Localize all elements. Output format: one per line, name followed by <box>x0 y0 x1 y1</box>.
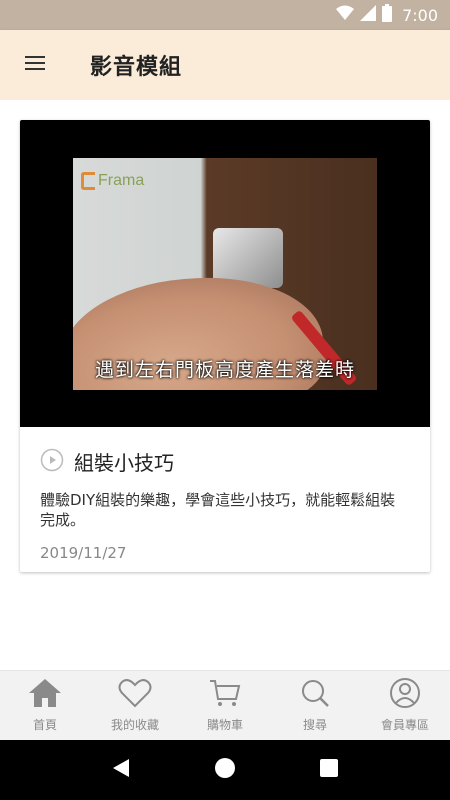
status-time: 7:00 <box>402 5 438 25</box>
nav-label-favorites: 我的收藏 <box>110 718 159 732</box>
app-bar: 影音模組 <box>0 30 450 100</box>
user-icon <box>388 678 422 712</box>
recents-icon[interactable] <box>319 758 339 782</box>
battery-icon <box>382 4 393 26</box>
hamburger-menu-icon <box>25 55 45 75</box>
nav-item-member[interactable]: 會員專區 <box>360 671 450 740</box>
bottom-nav: 首頁 我的收藏 購物車 搜尋 會員專區 <box>0 670 450 740</box>
nav-item-home[interactable]: 首頁 <box>0 671 90 740</box>
page-title: 影音模組 <box>90 55 183 80</box>
card-date: 2019/11/27 <box>40 544 127 562</box>
home-button-icon[interactable] <box>214 757 236 783</box>
brand-name: Frama <box>98 172 145 189</box>
card-title-row: 組裝小技巧 <box>40 447 410 476</box>
frama-logo-icon <box>81 172 95 190</box>
system-nav-bar <box>0 740 450 800</box>
nav-item-cart[interactable]: 購物車 <box>180 671 270 740</box>
nav-label-cart: 購物車 <box>206 718 243 732</box>
signal-icon <box>360 5 377 25</box>
content-area[interactable]: Frama 遇到左右門板高度產生落差時 組裝小技巧 體驗DIY組裝的樂趣，學會這… <box>0 100 450 670</box>
brand-logo: Frama <box>81 172 144 190</box>
status-bar: 7:00 <box>0 0 450 30</box>
video-thumbnail[interactable]: Frama 遇到左右門板高度產生落差時 <box>20 120 430 427</box>
nav-item-favorites[interactable]: 我的收藏 <box>90 671 180 740</box>
nav-label-search: 搜尋 <box>302 718 327 732</box>
menu-button[interactable] <box>0 30 70 100</box>
home-icon <box>28 678 62 712</box>
card-title: 組裝小技巧 <box>74 451 174 475</box>
nav-label-member: 會員專區 <box>380 718 429 732</box>
search-icon <box>298 678 332 712</box>
video-card[interactable]: Frama 遇到左右門板高度產生落差時 組裝小技巧 體驗DIY組裝的樂趣，學會這… <box>20 120 430 572</box>
card-body: 組裝小技巧 體驗DIY組裝的樂趣，學會這些小技巧，就能輕鬆組裝完成。 2019/… <box>20 427 430 562</box>
card-description: 體驗DIY組裝的樂趣，學會這些小技巧，就能輕鬆組裝完成。 <box>40 491 396 529</box>
video-subtitle: 遇到左右門板高度產生落差時 <box>94 359 355 381</box>
wifi-icon <box>336 5 355 25</box>
nav-item-search[interactable]: 搜尋 <box>270 671 360 740</box>
nav-label-home: 首頁 <box>32 718 57 732</box>
play-circle-icon <box>40 448 64 476</box>
cart-icon <box>208 678 242 712</box>
back-icon[interactable] <box>111 758 131 782</box>
heart-icon <box>118 678 152 712</box>
video-frame: Frama 遇到左右門板高度產生落差時 <box>73 158 377 390</box>
